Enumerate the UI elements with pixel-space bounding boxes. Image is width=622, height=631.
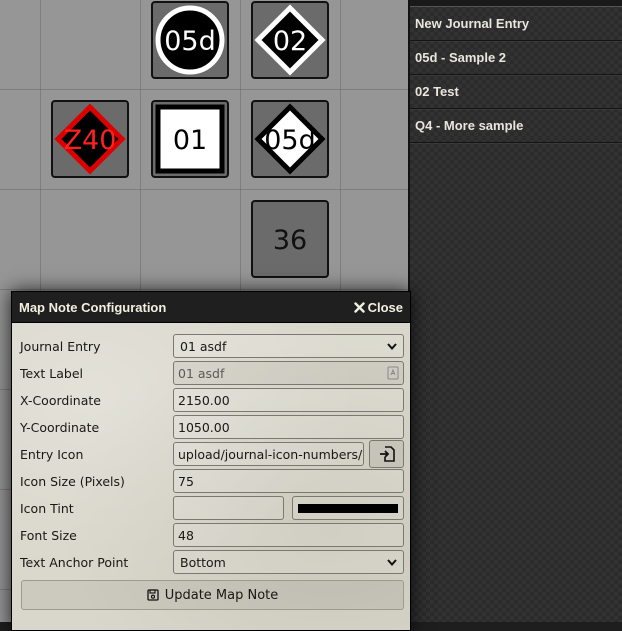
file-import-icon: [379, 446, 395, 462]
map-note[interactable]: 36: [251, 200, 329, 278]
map-note[interactable]: Z40: [51, 100, 129, 178]
text-anchor-row: Text Anchor Point Bottom: [20, 550, 404, 574]
chevron-down-icon: [387, 342, 397, 350]
sidebar-top-bar: [410, 0, 622, 7]
dialog-title: Map Note Configuration: [19, 299, 167, 315]
x-coordinate-value: 2150.00: [178, 392, 230, 408]
close-icon: [353, 301, 365, 313]
map-note-label: 05d: [164, 26, 216, 57]
y-coordinate-row: Y-Coordinate 1050.00: [20, 415, 404, 439]
icon-tint-label: Icon Tint: [20, 500, 74, 516]
map-note[interactable]: 05d: [151, 1, 229, 79]
icon-size-label: Icon Size (Pixels): [20, 473, 125, 489]
map-note-label: 05d: [264, 125, 316, 156]
journal-list-item[interactable]: Q4 - More sample: [410, 109, 622, 143]
file-picker-button[interactable]: [369, 440, 404, 468]
font-size-value: 48: [178, 527, 194, 543]
entry-icon-label: Entry Icon: [20, 446, 84, 462]
text-anchor-select[interactable]: Bottom: [173, 550, 404, 574]
update-map-note-label: Update Map Note: [164, 587, 279, 603]
y-coordinate-input[interactable]: 1050.00: [173, 415, 404, 439]
entry-icon-value: upload/journal-icon-numbers/: [178, 446, 363, 462]
dialog-header[interactable]: Map Note Configuration Close: [12, 292, 410, 323]
journal-list-item[interactable]: New Journal Entry: [410, 7, 622, 41]
font-size-row: Font Size 48: [20, 523, 404, 547]
text-label-placeholder: 01 asdf: [178, 365, 225, 381]
color-swatch: [298, 503, 398, 513]
journal-entry-select[interactable]: 01 asdf: [173, 334, 404, 358]
map-note[interactable]: 05d: [251, 100, 329, 178]
icon-tint-row: Icon Tint: [20, 496, 404, 520]
journal-entry-value: 01 asdf: [180, 338, 227, 354]
update-map-note-button[interactable]: Update Map Note: [21, 580, 404, 610]
y-coordinate-label: Y-Coordinate: [20, 419, 100, 435]
journal-entry-row: Journal Entry 01 asdf: [20, 334, 404, 358]
map-note[interactable]: 01: [151, 100, 229, 178]
icon-size-input[interactable]: 75: [173, 469, 404, 493]
font-size-input[interactable]: 48: [173, 523, 404, 547]
text-label-input[interactable]: 01 asdf: [173, 361, 404, 385]
text-label-label: Text Label: [20, 365, 83, 381]
map-note-label: 36: [273, 225, 307, 256]
close-label: Close: [367, 299, 403, 315]
icon-size-value: 75: [178, 473, 194, 489]
text-anchor-label: Text Anchor Point: [20, 554, 129, 570]
x-coordinate-input[interactable]: 2150.00: [173, 388, 404, 412]
map-note-label: Z40: [64, 125, 117, 156]
journal-sidebar: New Journal Entry 05d - Sample 2 02 Test…: [408, 0, 622, 622]
text-label-row: Text Label 01 asdf: [20, 361, 404, 385]
icon-tint-color-picker[interactable]: [292, 496, 404, 520]
map-note[interactable]: 02: [251, 1, 329, 79]
chevron-down-icon: [387, 558, 397, 566]
map-note-label: 01: [173, 125, 207, 156]
save-icon: [147, 589, 159, 601]
entry-icon-path-input[interactable]: upload/journal-icon-numbers/: [173, 442, 364, 466]
text-anchor-value: Bottom: [180, 554, 226, 570]
y-coordinate-value: 1050.00: [178, 419, 230, 435]
text-field-icon: [387, 366, 399, 380]
icon-tint-input[interactable]: [173, 496, 284, 520]
journal-list-item[interactable]: 02 Test: [410, 75, 622, 109]
map-note-config-dialog: Map Note Configuration Close Journal Ent…: [11, 291, 411, 631]
x-coordinate-label: X-Coordinate: [20, 392, 101, 408]
map-note-label: 02: [273, 26, 307, 57]
icon-size-row: Icon Size (Pixels) 75: [20, 469, 404, 493]
font-size-label: Font Size: [20, 527, 77, 543]
close-button[interactable]: Close: [353, 299, 403, 315]
entry-icon-row: Entry Icon upload/journal-icon-numbers/: [20, 440, 404, 468]
journal-list-item[interactable]: 05d - Sample 2: [410, 41, 622, 75]
journal-entry-label: Journal Entry: [20, 338, 101, 354]
x-coordinate-row: X-Coordinate 2150.00: [20, 388, 404, 412]
